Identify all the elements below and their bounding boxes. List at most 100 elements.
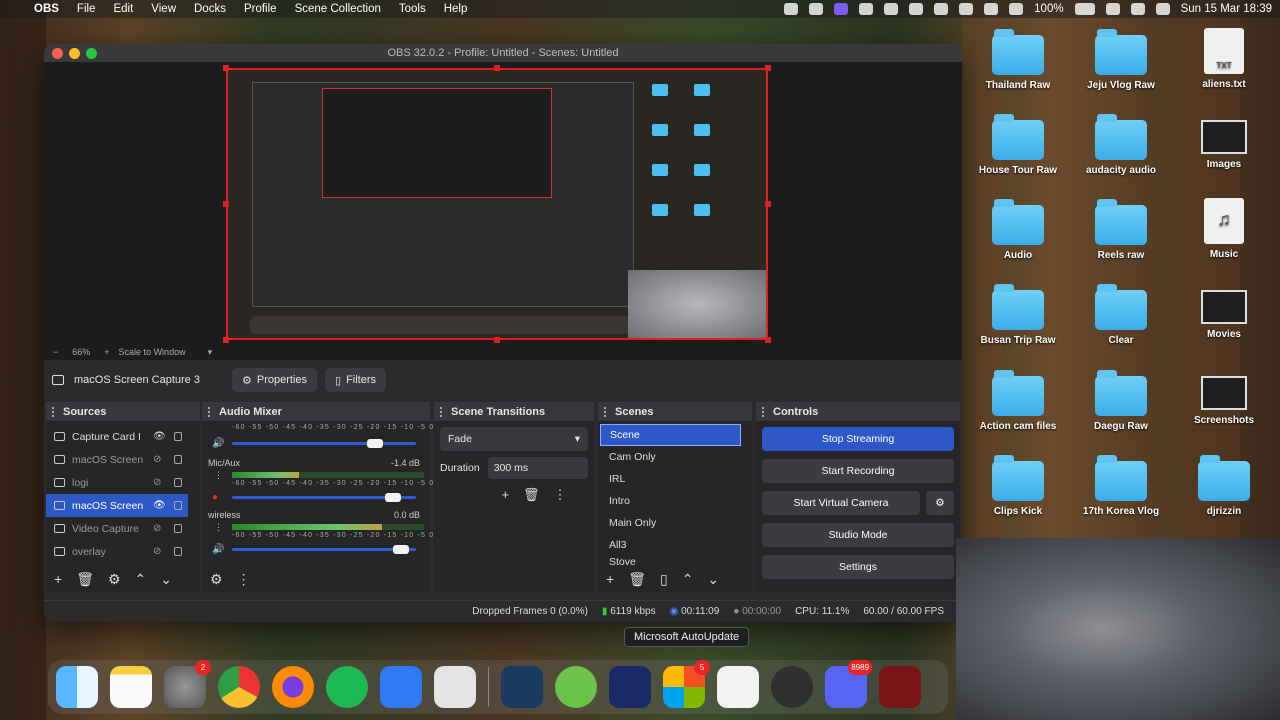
eye-hidden-icon[interactable]: ⊘ bbox=[153, 477, 165, 488]
menu-file[interactable]: File bbox=[68, 3, 105, 15]
remove-scene-button[interactable]: 🗑 bbox=[628, 571, 646, 588]
eye-hidden-icon[interactable]: ⊘ bbox=[153, 454, 165, 465]
remove-source-button[interactable]: 🗑 bbox=[76, 571, 94, 588]
maximize-window-button[interactable] bbox=[86, 48, 97, 59]
transition-select[interactable]: Fade ▾ bbox=[440, 427, 588, 451]
menu-dots-icon[interactable]: ⋮ bbox=[214, 470, 223, 481]
eye-icon[interactable]: 👁 bbox=[153, 500, 166, 511]
resize-handle[interactable] bbox=[765, 65, 771, 71]
desktop-folder[interactable]: House Tour Raw bbox=[968, 114, 1068, 176]
lock-icon[interactable] bbox=[174, 478, 182, 487]
eye-hidden-icon[interactable]: ⊘ bbox=[153, 546, 165, 557]
desktop-folder[interactable]: Busan Trip Raw bbox=[968, 284, 1068, 346]
chevron-down-icon[interactable]: ▾ bbox=[208, 347, 213, 358]
source-item[interactable]: Video Capture ⊘ bbox=[46, 517, 188, 540]
desktop-file[interactable]: TXT aliens.txt bbox=[1174, 28, 1274, 90]
search-icon[interactable] bbox=[1130, 3, 1145, 15]
volume-slider[interactable] bbox=[232, 439, 416, 448]
source-item[interactable]: overlay ⊘ bbox=[46, 540, 188, 563]
studio-mode-button[interactable]: Studio Mode bbox=[762, 523, 954, 547]
move-down-button[interactable]: ⌄ bbox=[707, 571, 719, 588]
discord-icon[interactable]: 8989 bbox=[825, 660, 872, 708]
desktop-file[interactable]: ♫ Music bbox=[1174, 198, 1274, 260]
duration-input[interactable]: 300 ms bbox=[487, 457, 588, 479]
stop-streaming-button[interactable]: Stop Streaming bbox=[762, 427, 954, 451]
desktop-folder[interactable]: djrizzin bbox=[1174, 455, 1274, 517]
menu-scene-collection[interactable]: Scene Collection bbox=[286, 3, 390, 15]
scene-item[interactable]: Scene bbox=[600, 424, 741, 446]
desktop-folder[interactable]: Clear bbox=[1071, 284, 1171, 346]
roblox-icon[interactable] bbox=[380, 666, 422, 708]
add-transition-button[interactable]: + bbox=[501, 487, 509, 503]
scene-item[interactable]: IRL bbox=[600, 468, 741, 490]
desktop-folder[interactable]: Audio bbox=[968, 199, 1068, 261]
lock-icon[interactable] bbox=[174, 524, 182, 533]
desktop-folder[interactable]: audacity audio bbox=[1071, 114, 1171, 176]
chrome-icon[interactable] bbox=[218, 666, 260, 708]
status-icon[interactable] bbox=[959, 3, 974, 15]
virtual-camera-settings-gear-icon[interactable]: ⚙ bbox=[926, 491, 954, 515]
lock-icon[interactable] bbox=[174, 455, 182, 464]
battery-icon[interactable] bbox=[1074, 3, 1095, 15]
status-icon[interactable] bbox=[1009, 3, 1024, 15]
menu-docks[interactable]: Docks bbox=[185, 3, 235, 15]
eye-hidden-icon[interactable]: ⊘ bbox=[153, 523, 165, 534]
preview-canvas[interactable] bbox=[226, 68, 768, 340]
firefox-icon[interactable] bbox=[272, 666, 314, 708]
scale-mode[interactable]: Scale to Window bbox=[119, 347, 186, 357]
finder-icon[interactable] bbox=[56, 666, 98, 708]
valorant-icon[interactable] bbox=[879, 666, 921, 708]
resize-handle[interactable] bbox=[223, 337, 229, 343]
muted-speaker-icon[interactable]: ● bbox=[212, 492, 218, 503]
menu-help[interactable]: Help bbox=[435, 3, 477, 15]
lock-icon[interactable] bbox=[174, 547, 182, 556]
source-item[interactable]: logi ⊘ bbox=[46, 471, 188, 494]
menu-tools[interactable]: Tools bbox=[390, 3, 435, 15]
volume-knob[interactable] bbox=[366, 439, 383, 448]
teamviewer-icon[interactable] bbox=[609, 666, 651, 708]
remove-transition-button[interactable]: 🗑 bbox=[523, 487, 540, 503]
zoom-out-button[interactable]: − bbox=[53, 347, 58, 357]
battery-percent[interactable]: 100% bbox=[1034, 3, 1063, 15]
properties-button[interactable]: ⚙ Properties bbox=[232, 368, 318, 392]
desktop-folder[interactable]: Jeju Vlog Raw bbox=[1071, 29, 1171, 91]
status-icon[interactable] bbox=[884, 3, 899, 15]
menu-dots-icon[interactable]: ⋮ bbox=[554, 487, 567, 503]
status-icon[interactable] bbox=[809, 3, 824, 15]
settings-button[interactable]: Settings bbox=[762, 555, 954, 579]
obs-icon[interactable] bbox=[771, 666, 813, 708]
scene-item[interactable]: Main Only bbox=[600, 512, 741, 534]
wifi-icon[interactable] bbox=[1105, 3, 1120, 15]
source-settings-button[interactable]: ⚙ bbox=[108, 571, 121, 588]
close-window-button[interactable] bbox=[52, 48, 63, 59]
resize-handle[interactable] bbox=[223, 65, 229, 71]
desktop-folder[interactable]: 17th Korea Vlog bbox=[1071, 455, 1171, 517]
scene-item[interactable]: All3 bbox=[600, 534, 741, 556]
desktop-folder[interactable]: Thailand Raw bbox=[968, 29, 1068, 91]
speaker-icon[interactable]: 🔊 bbox=[212, 544, 224, 555]
iphone-mirroring-icon[interactable] bbox=[434, 666, 476, 708]
menu-profile[interactable]: Profile bbox=[235, 3, 286, 15]
volume-slider[interactable] bbox=[232, 545, 416, 554]
nordvpn-icon[interactable] bbox=[717, 666, 759, 708]
resize-handle[interactable] bbox=[765, 337, 771, 343]
minimize-window-button[interactable] bbox=[69, 48, 80, 59]
control-center-icon[interactable] bbox=[1155, 3, 1170, 15]
menu-view[interactable]: View bbox=[142, 3, 185, 15]
desktop-image[interactable]: Screenshots bbox=[1174, 370, 1274, 426]
desktop-folder[interactable]: Daegu Raw bbox=[1071, 370, 1171, 432]
start-virtual-camera-button[interactable]: Start Virtual Camera bbox=[762, 491, 920, 515]
lock-icon[interactable] bbox=[174, 501, 182, 510]
notes-icon[interactable] bbox=[110, 666, 152, 708]
steam-icon[interactable] bbox=[501, 666, 543, 708]
resize-handle[interactable] bbox=[494, 65, 500, 71]
zoom-in-button[interactable]: + bbox=[104, 347, 109, 357]
resize-handle[interactable] bbox=[223, 201, 229, 207]
clock[interactable]: Sun 15 Mar 18:39 bbox=[1181, 3, 1272, 15]
add-scene-button[interactable]: + bbox=[606, 571, 614, 587]
status-icon[interactable] bbox=[834, 3, 849, 15]
status-icon[interactable] bbox=[909, 3, 924, 15]
menu-edit[interactable]: Edit bbox=[104, 3, 142, 15]
desktop-folder[interactable]: Clips Kick bbox=[968, 455, 1068, 517]
menu-dots-icon[interactable]: ⋮ bbox=[237, 571, 251, 588]
